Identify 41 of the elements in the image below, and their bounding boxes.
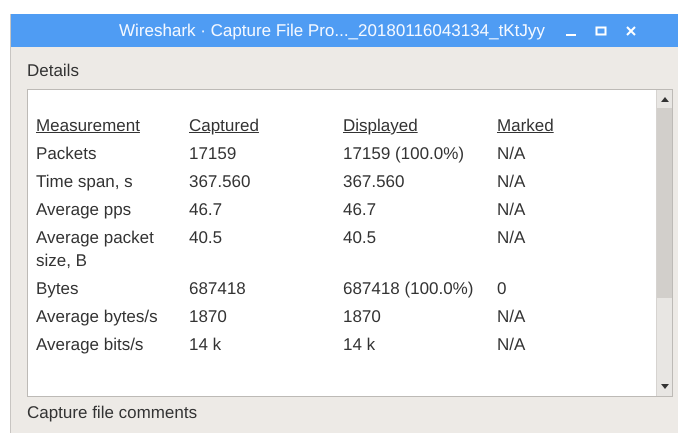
table-cell-text: N/A <box>497 334 526 356</box>
table-cell-text: 1870 <box>343 306 382 328</box>
table-cell-text: 367.560 <box>343 171 406 193</box>
section-label: Details <box>27 61 79 81</box>
table-cell-text: N/A <box>497 143 526 165</box>
column-header: Captured <box>189 115 259 137</box>
table-cell-text: 40.5 <box>343 227 378 249</box>
table-cell-text: 46.7 <box>343 199 378 221</box>
table-cell-text: 0 <box>497 278 508 300</box>
table-cell-text: 14 k <box>189 334 222 356</box>
scrollbar[interactable] <box>656 90 672 396</box>
table-cell-text: 17159 <box>189 143 238 165</box>
column-header: Marked <box>497 115 554 137</box>
table-cell-text: 1870 <box>189 306 228 328</box>
column-header: Displayed <box>343 115 418 137</box>
table-cell-text: 687418 (100.0%) <box>343 278 474 300</box>
scroll-up-icon[interactable] <box>660 95 670 103</box>
table-cell-text: N/A <box>497 199 526 221</box>
table-cell-text: Bytes <box>36 278 80 300</box>
column-header: Measurement <box>36 115 140 137</box>
table-cell-text: Average pps <box>36 199 132 221</box>
table-cell-text: Time span, s <box>36 171 134 193</box>
table-cell-text: Average bits/s <box>36 334 144 356</box>
table-cell-text: Packets <box>36 143 98 165</box>
table-cell-text: 14 k <box>343 334 376 356</box>
close-icon[interactable] <box>624 24 637 36</box>
table-cell-text: 17159 (100.0%) <box>343 143 465 165</box>
table-cell-text: 367.560 <box>189 171 252 193</box>
table-cell-text: N/A <box>497 171 526 193</box>
table-cell-text: N/A <box>497 306 526 328</box>
table-cell-text: Average packet size, B <box>36 227 155 272</box>
table-cell-text: 46.7 <box>189 199 224 221</box>
maximize-icon[interactable] <box>594 24 607 36</box>
table-cell-text: N/A <box>497 227 526 249</box>
scroll-down-icon[interactable] <box>660 383 670 391</box>
table-cell-text: Average bytes/s <box>36 306 159 328</box>
scrollbar-thumb[interactable] <box>657 108 672 298</box>
section-label: Capture file comments <box>27 403 198 423</box>
table-cell-text: 687418 <box>189 278 247 300</box>
window-title: Wireshark · Capture File Pro..._20180116043134_tKtJyy <box>119 20 545 40</box>
table-cell-text: 40.5 <box>189 227 224 249</box>
